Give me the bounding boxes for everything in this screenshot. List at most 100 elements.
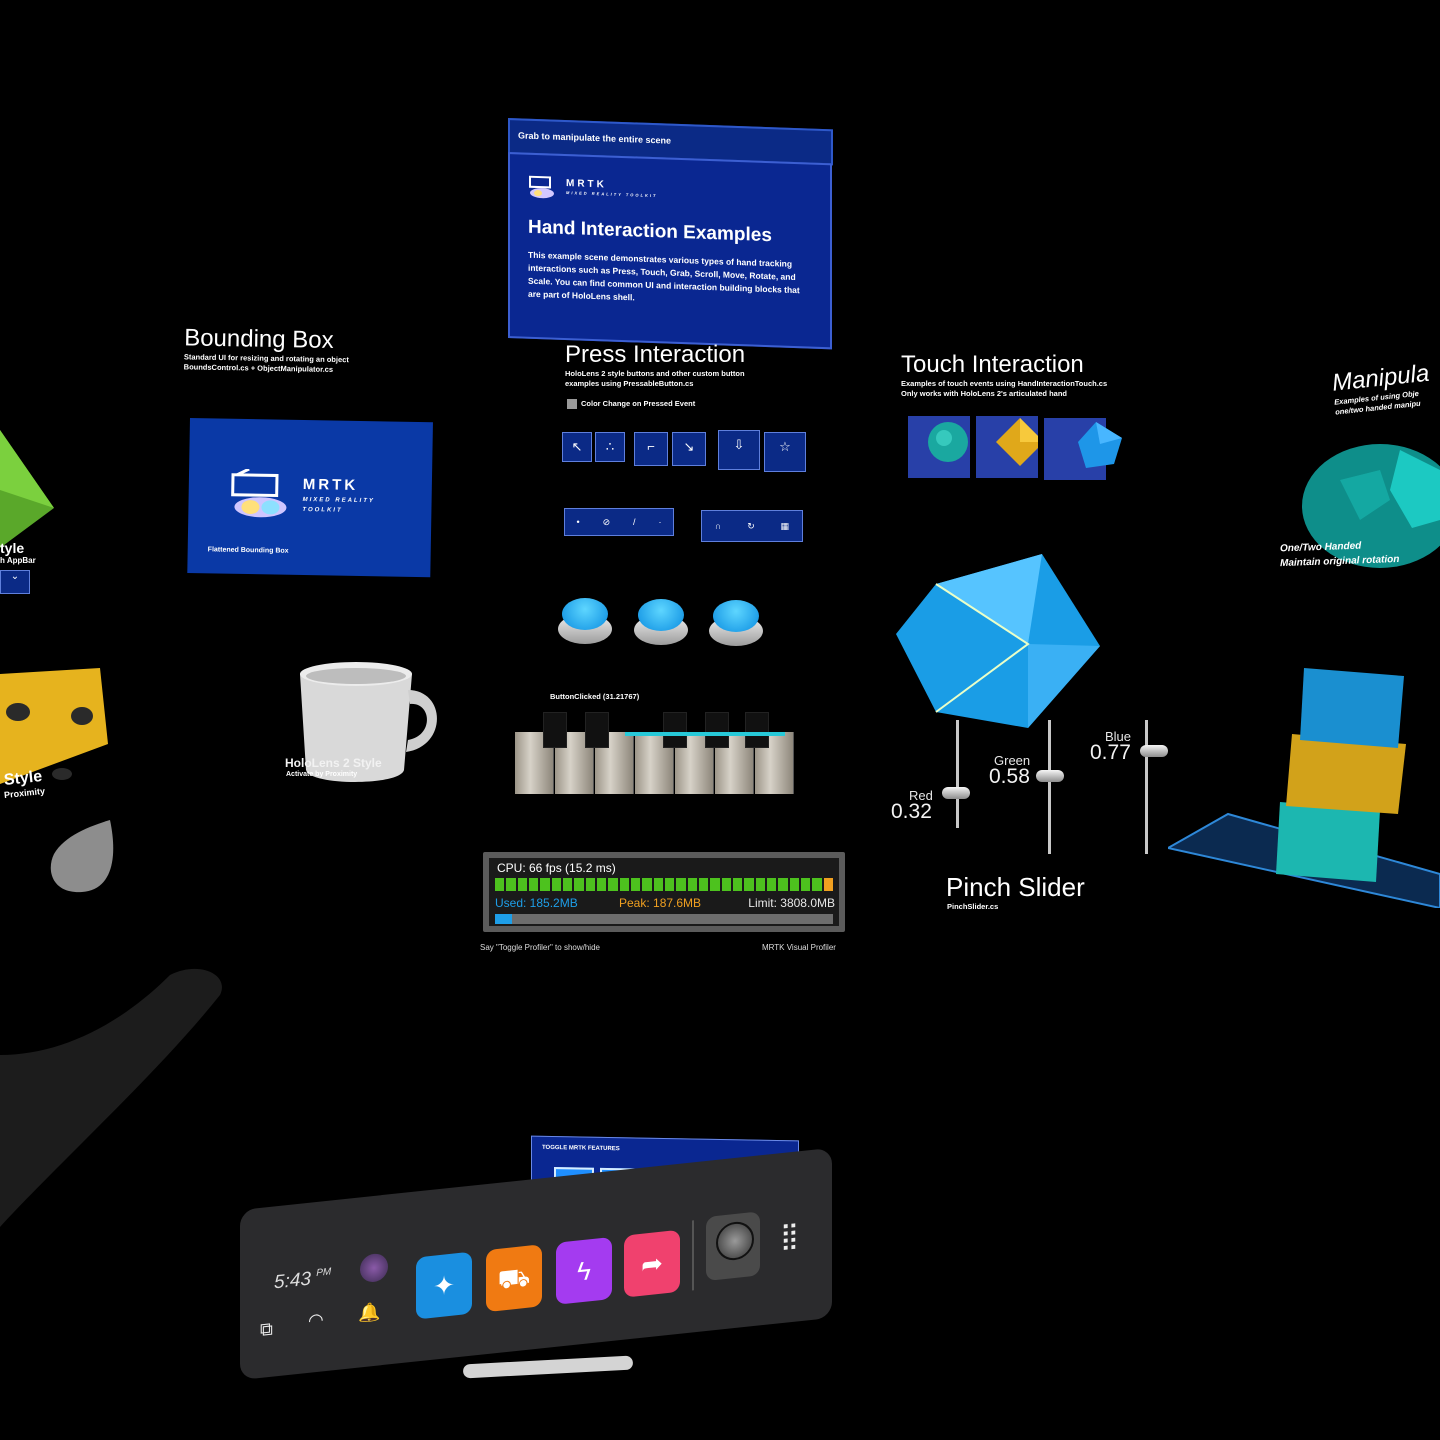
dock-time: 5:43 xyxy=(274,1268,311,1294)
teal-sphere xyxy=(928,422,968,462)
bounding-box-card[interactable]: MRTK MIXED REALITY TOOLKIT Flattened Bou… xyxy=(187,418,433,578)
mrtk-logo-icon xyxy=(231,468,287,518)
touch-tile-3[interactable] xyxy=(1044,418,1122,480)
cast-icon[interactable]: ⧉ xyxy=(260,1319,273,1341)
fps-segment xyxy=(574,878,584,891)
gold-diamond xyxy=(996,418,1044,466)
piano-black-key[interactable] xyxy=(745,712,769,748)
app-grid-icon[interactable]: ⣿ xyxy=(780,1219,799,1252)
pinch-slider-subtitle: PinchSlider.cs xyxy=(947,902,999,911)
press-button-5[interactable]: ⇩ xyxy=(718,430,760,470)
manipulation-header: Manipula Examples of using Obje one/two … xyxy=(1331,358,1440,417)
wifi-icon[interactable]: ◠ xyxy=(308,1309,324,1332)
messenger-icon: ϟ xyxy=(577,1255,591,1287)
touch-tile-1[interactable] xyxy=(908,416,970,478)
profiler-memory-fill xyxy=(495,914,512,924)
slider-thumb-green[interactable] xyxy=(1036,770,1064,783)
pen-icon[interactable]: / xyxy=(633,517,636,527)
press-button-4[interactable]: ↘ xyxy=(672,432,706,466)
bb-logo-sub1: MIXED REALITY xyxy=(302,496,375,505)
press-bar-1[interactable]: • ⊘ / · xyxy=(564,508,674,536)
slider-thumb-red[interactable] xyxy=(942,787,970,800)
profiler-memory-bar xyxy=(495,914,833,924)
touch-tile-2[interactable] xyxy=(976,416,1044,478)
piano-keyboard xyxy=(515,712,795,796)
refresh-icon[interactable]: ↻ xyxy=(747,521,755,532)
avatar[interactable] xyxy=(360,1252,388,1284)
app-explore-button[interactable]: ✦ xyxy=(416,1251,472,1320)
slider-thumb-blue[interactable] xyxy=(1140,744,1168,757)
pinch-slider-title: Pinch Slider xyxy=(946,872,1085,902)
grid-icon[interactable]: ▦ xyxy=(781,521,790,532)
shopping-bag-icon: ⛟ xyxy=(497,1261,531,1295)
fps-segment xyxy=(506,878,516,891)
toggle-panel-title: TOGGLE MRTK FEATURES xyxy=(542,1144,620,1153)
piano-black-key[interactable] xyxy=(705,712,729,748)
checkbox-box[interactable] xyxy=(567,399,577,409)
fps-segment xyxy=(800,878,811,891)
press-bar-2[interactable]: ∩ ↻ ▦ xyxy=(701,510,803,542)
fps-segment xyxy=(823,878,833,891)
fps-segment xyxy=(812,878,822,891)
visual-profiler[interactable]: CPU: 66 fps (15.2 ms) Used: 185.2MB Peak… xyxy=(483,852,845,932)
bounding-box-title: Bounding Box xyxy=(183,324,334,354)
mug-sub: Activate by Proximity xyxy=(286,771,358,778)
dot-icon[interactable]: · xyxy=(659,517,662,527)
mrtk-logo-icon xyxy=(529,175,554,199)
press-interaction-title: Press Interaction xyxy=(565,341,746,368)
bell-icon[interactable]: 🔔 xyxy=(358,1301,380,1324)
fps-segment xyxy=(630,878,641,891)
blue-icosahedron[interactable] xyxy=(896,554,1102,730)
dock-drag-handle[interactable] xyxy=(462,1355,634,1379)
fps-segment xyxy=(540,878,550,891)
fps-segment xyxy=(596,878,607,891)
window-icon: ⌐ xyxy=(647,439,655,454)
round-press-button-1[interactable] xyxy=(558,596,612,646)
green-octahedron[interactable] xyxy=(0,430,56,550)
dot-icon[interactable]: • xyxy=(576,517,579,527)
app-camera-button[interactable] xyxy=(706,1211,760,1282)
headset-icon[interactable]: ∩ xyxy=(715,521,721,531)
chevron-down-icon: ⌄ xyxy=(10,571,20,582)
stacked-cubes[interactable] xyxy=(1168,664,1440,908)
app-store-button[interactable]: ⛟ xyxy=(486,1244,542,1313)
press-button-6[interactable]: ☆ xyxy=(764,432,806,472)
piano-black-key[interactable] xyxy=(585,712,609,748)
yellow-cheese-cube[interactable] xyxy=(0,668,110,786)
color-change-toggle[interactable]: Color Change on Pressed Event xyxy=(567,399,695,409)
fps-segment xyxy=(778,878,788,891)
bounding-box-subtitle: Standard UI for resizing and rotating an… xyxy=(183,352,349,374)
round-press-button-2[interactable] xyxy=(634,597,688,647)
fps-segment xyxy=(732,878,743,891)
app-messenger-button[interactable]: ϟ xyxy=(556,1236,612,1305)
blue-icosphere xyxy=(1078,422,1122,468)
download-icon: ⇩ xyxy=(733,437,745,452)
round-press-button-3[interactable] xyxy=(709,598,763,648)
press-button-2[interactable]: ∴ xyxy=(595,432,625,462)
color-change-label: Color Change on Pressed Event xyxy=(581,399,696,408)
appbar-expand-button[interactable]: ⌄ xyxy=(0,570,30,594)
fps-segment xyxy=(676,878,686,891)
brush-icon[interactable]: ⊘ xyxy=(603,517,611,528)
slider-value-blue: 0.77 xyxy=(1090,741,1131,764)
piano-black-key[interactable] xyxy=(663,712,687,748)
press-button-3[interactable]: ⌐ xyxy=(634,432,668,466)
press-button-1[interactable]: ↖ xyxy=(562,432,592,462)
fps-segment xyxy=(789,878,799,891)
intro-logo: MRTK MIXED REALITY TOOLKIT xyxy=(528,173,812,209)
fps-segment xyxy=(653,878,663,891)
star-icon: ☆ xyxy=(779,439,791,454)
dock-ampm: PM xyxy=(316,1266,332,1279)
press-interaction-subtitle: HoloLens 2 style buttons and other custo… xyxy=(565,369,745,388)
touch-interaction-header: Touch Interaction Examples of touch even… xyxy=(901,351,1111,399)
dock-clock: 5:43 PM xyxy=(274,1266,331,1294)
fps-segment xyxy=(608,878,618,891)
profiler-cpu: CPU: 66 fps (15.2 ms) xyxy=(497,861,616,875)
bb-logo-sub2: TOOLKIT xyxy=(302,506,343,514)
piano-black-key[interactable] xyxy=(543,712,567,748)
profiler-peak: Peak: 187.6MB xyxy=(619,896,702,910)
app-share-button[interactable]: ➦ xyxy=(624,1229,680,1298)
fps-segment xyxy=(710,878,720,891)
cursor-icon: ↖ xyxy=(571,439,583,454)
bounding-box-header: Bounding Box Standard UI for resizing an… xyxy=(184,324,375,375)
